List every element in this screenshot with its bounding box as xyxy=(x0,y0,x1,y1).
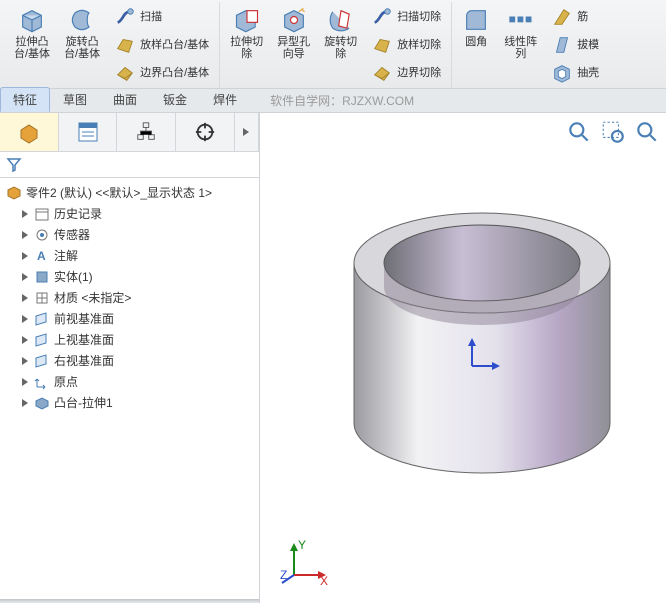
manager-tab-property[interactable] xyxy=(59,113,118,151)
panel-resize-handle[interactable] xyxy=(0,599,259,603)
tree-node-plane[interactable]: 前视基准面 xyxy=(2,308,257,329)
feature-manager-panel: 零件2 (默认) <<默认>_显示状态 1> 历史记录传感器注解实体(1) 材质 … xyxy=(0,113,260,603)
tree-node-label: 上视基准面 xyxy=(54,331,114,348)
loft-cut-button[interactable]: 放样切除 xyxy=(367,32,445,58)
model-cylinder[interactable] xyxy=(310,153,650,493)
tab-sketch[interactable]: 草图 xyxy=(50,87,100,112)
expand-icon xyxy=(20,398,30,408)
command-tabs: 特征 草图 曲面 钣金 焊件 软件自学网：RJZXW.COM xyxy=(0,89,666,113)
tree-node-history[interactable]: 历史记录 xyxy=(2,203,257,224)
fillet-button[interactable]: 圆角 xyxy=(458,4,494,50)
expand-icon xyxy=(20,209,30,219)
view-prev-button[interactable] xyxy=(634,119,660,145)
loft-boss-button[interactable]: 放样凸台/基体 xyxy=(110,32,213,58)
plane-icon xyxy=(34,332,50,348)
rib-button[interactable]: 筋 xyxy=(547,4,603,30)
ribbon-group-modify: 圆角 线性阵 列 筋 拔模 抽壳 xyxy=(452,2,609,88)
sensor-icon xyxy=(34,227,50,243)
expand-icon xyxy=(20,377,30,387)
draft-button[interactable]: 拔模 xyxy=(547,32,603,58)
tab-weldment[interactable]: 焊件 xyxy=(200,87,250,112)
view-orientation-triad-icon: Y X Z xyxy=(280,535,330,585)
tab-sheetmetal[interactable]: 钣金 xyxy=(150,87,200,112)
tree-node-feature[interactable]: 凸台-拉伸1 xyxy=(2,392,257,413)
part-icon xyxy=(6,185,22,201)
viewport-toolbar xyxy=(566,119,660,145)
tree-node-label: 凸台-拉伸1 xyxy=(54,394,113,411)
material-icon xyxy=(34,290,50,306)
tree-node-solid[interactable]: 实体(1) xyxy=(2,266,257,287)
expand-icon xyxy=(20,314,30,324)
svg-text:Y: Y xyxy=(298,538,306,552)
tree-node-label: 右视基准面 xyxy=(54,352,114,369)
linear-pattern-button[interactable]: 线性阵 列 xyxy=(500,4,541,62)
tree-node-label: 材质 <未指定> xyxy=(54,289,131,306)
manager-pane-tabs xyxy=(0,113,259,152)
tree-node-label: 历史记录 xyxy=(54,205,102,222)
plane-icon xyxy=(34,311,50,327)
tree-node-plane[interactable]: 右视基准面 xyxy=(2,350,257,371)
ribbon: 拉伸凸 台/基体 旋转凸 台/基体 扫描 放样凸台/基体 边界凸台/基体 拉伸切… xyxy=(0,0,666,89)
tab-surface[interactable]: 曲面 xyxy=(100,87,150,112)
extrude-cut-button[interactable]: 拉伸切 除 xyxy=(226,4,267,62)
feature-icon xyxy=(34,395,50,411)
zoom-area-button[interactable] xyxy=(600,119,626,145)
tree-root-label: 零件2 (默认) <<默认>_显示状态 1> xyxy=(26,184,212,201)
tree-node-sensor[interactable]: 传感器 xyxy=(2,224,257,245)
history-icon xyxy=(34,206,50,222)
tree-node-annot[interactable]: 注解 xyxy=(2,245,257,266)
manager-tab-config[interactable] xyxy=(117,113,176,151)
tree-node-label: 原点 xyxy=(54,373,78,390)
expand-icon xyxy=(20,251,30,261)
expand-icon xyxy=(20,293,30,303)
sweep-boss-button[interactable]: 扫描 xyxy=(110,4,213,30)
watermark-text: 软件自学网：RJZXW.COM xyxy=(270,92,414,109)
boundary-cut-button[interactable]: 边界切除 xyxy=(367,60,445,86)
tree-node-plane[interactable]: 上视基准面 xyxy=(2,329,257,350)
origin-triad-icon xyxy=(460,338,500,378)
zoom-fit-button[interactable] xyxy=(566,119,592,145)
tree-node-label: 传感器 xyxy=(54,226,90,243)
ribbon-group-features: 拉伸凸 台/基体 旋转凸 台/基体 扫描 放样凸台/基体 边界凸台/基体 xyxy=(4,2,220,88)
funnel-icon xyxy=(6,157,22,173)
expand-icon xyxy=(20,272,30,282)
sweep-cut-button[interactable]: 扫描切除 xyxy=(367,4,445,30)
annot-icon xyxy=(34,248,50,264)
graphics-viewport[interactable]: Y X Z xyxy=(260,113,666,603)
revolve-boss-button[interactable]: 旋转凸 台/基体 xyxy=(60,4,104,62)
origin-icon xyxy=(34,374,50,390)
boundary-boss-button[interactable]: 边界凸台/基体 xyxy=(110,60,213,86)
plane-icon xyxy=(34,353,50,369)
extrude-boss-button[interactable]: 拉伸凸 台/基体 xyxy=(10,4,54,62)
expand-icon xyxy=(20,356,30,366)
tree-node-label: 实体(1) xyxy=(54,268,93,285)
revolve-cut-button[interactable]: 旋转切 除 xyxy=(320,4,361,62)
shell-button[interactable]: 抽壳 xyxy=(547,60,603,86)
svg-text:X: X xyxy=(320,574,328,585)
tab-features[interactable]: 特征 xyxy=(0,87,50,112)
feature-tree: 零件2 (默认) <<默认>_显示状态 1> 历史记录传感器注解实体(1) 材质 … xyxy=(0,178,259,599)
tree-filter-bar[interactable] xyxy=(0,152,259,178)
tree-node-material[interactable]: 材质 <未指定> xyxy=(2,287,257,308)
expand-icon xyxy=(20,335,30,345)
manager-tab-dimxpert[interactable] xyxy=(176,113,235,151)
solid-icon xyxy=(34,269,50,285)
manager-tab-more[interactable] xyxy=(235,113,259,151)
tree-root[interactable]: 零件2 (默认) <<默认>_显示状态 1> xyxy=(2,182,257,203)
tree-node-label: 前视基准面 xyxy=(54,310,114,327)
hole-wizard-button[interactable]: 异型孔 向导 xyxy=(273,4,314,62)
tree-node-origin[interactable]: 原点 xyxy=(2,371,257,392)
svg-text:Z: Z xyxy=(280,568,287,582)
manager-tab-feature-tree[interactable] xyxy=(0,113,59,151)
tree-node-label: 注解 xyxy=(54,247,78,264)
ribbon-group-cut: 拉伸切 除 异型孔 向导 旋转切 除 扫描切除 放样切除 边界切除 xyxy=(220,2,452,88)
expand-icon xyxy=(20,230,30,240)
